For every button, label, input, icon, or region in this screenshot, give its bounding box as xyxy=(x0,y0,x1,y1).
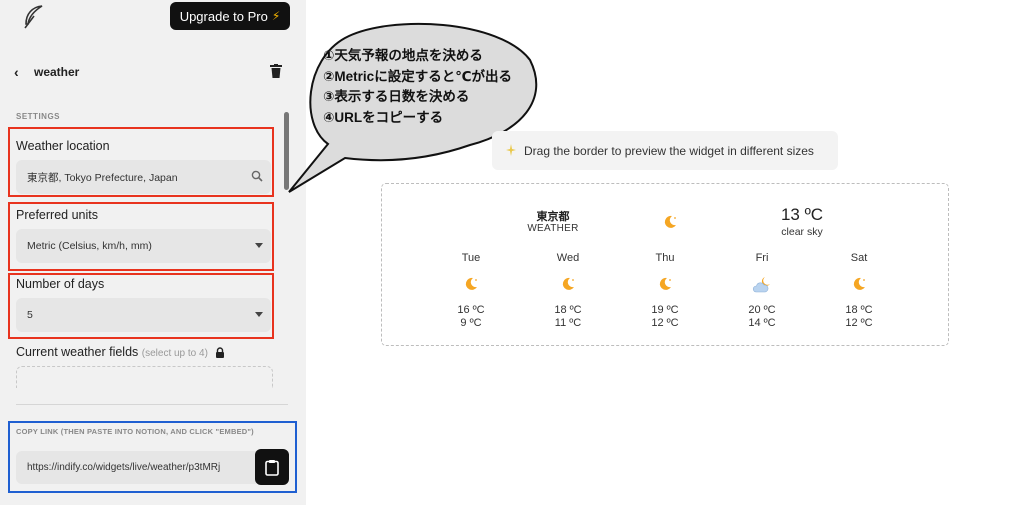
moon-icon xyxy=(853,277,865,290)
preview-hint: Drag the border to preview the widget in… xyxy=(492,131,838,170)
weather-widget-preview[interactable]: 東京都 WEATHER 13 ºC clear sky Tue 16 ºC 9 … xyxy=(381,183,949,346)
forecast-day-name: Fri xyxy=(755,252,769,264)
sparkle-icon xyxy=(506,144,516,156)
forecast-day: Tue 16 ºC 9 ºC xyxy=(441,252,501,330)
widget-city: 東京都 xyxy=(536,211,570,223)
forecast-high: 18 ºC xyxy=(845,304,873,316)
forecast-day-name: Sat xyxy=(850,252,868,264)
moon-icon xyxy=(659,277,671,290)
forecast-day-name: Tue xyxy=(461,252,481,264)
forecast-day: Wed 18 ºC 11 ºC xyxy=(538,252,598,330)
forecast-low: 14 ºC xyxy=(748,317,776,329)
annotation-line: ②Metricに設定すると℃が出る xyxy=(323,68,513,84)
forecast-day: Sat 18 ºC 12 ºC xyxy=(829,252,889,330)
forecast-day: Thu 19 ºC 12 ºC xyxy=(635,252,695,330)
forecast-high: 19 ºC xyxy=(651,304,679,316)
preview-hint-text: Drag the border to preview the widget in… xyxy=(524,143,814,158)
widget-current-temp: 13 ºC xyxy=(780,205,824,224)
moon-icon xyxy=(664,215,676,228)
forecast-day: Fri 20 ºC 14 ºC xyxy=(732,252,792,330)
forecast-low: 11 ºC xyxy=(554,317,582,329)
annotation-line: ③表示する日数を決める xyxy=(323,89,470,104)
annotation-line: ④URLをコピーする xyxy=(323,109,444,125)
forecast-day-name: Thu xyxy=(655,252,675,264)
partly-cloudy-icon xyxy=(752,277,770,293)
forecast-day-name: Wed xyxy=(556,252,580,264)
moon-icon xyxy=(465,277,477,290)
forecast-low: 12 ºC xyxy=(651,317,679,329)
forecast-high: 20 ºC xyxy=(748,304,776,316)
annotation-text: ①天気予報の地点を決める ②Metricに設定すると℃が出る ③表示する日数を決… xyxy=(323,46,512,128)
forecast-high: 18 ºC xyxy=(554,304,582,316)
annotation-line: ①天気予報の地点を決める xyxy=(323,48,483,63)
forecast-low: 9 ºC xyxy=(460,317,482,329)
forecast-high: 16 ºC xyxy=(457,304,485,316)
forecast-low: 12 ºC xyxy=(845,317,873,329)
moon-icon xyxy=(562,277,574,290)
widget-condition: clear sky xyxy=(781,226,823,238)
widget-label: WEATHER xyxy=(527,223,579,234)
